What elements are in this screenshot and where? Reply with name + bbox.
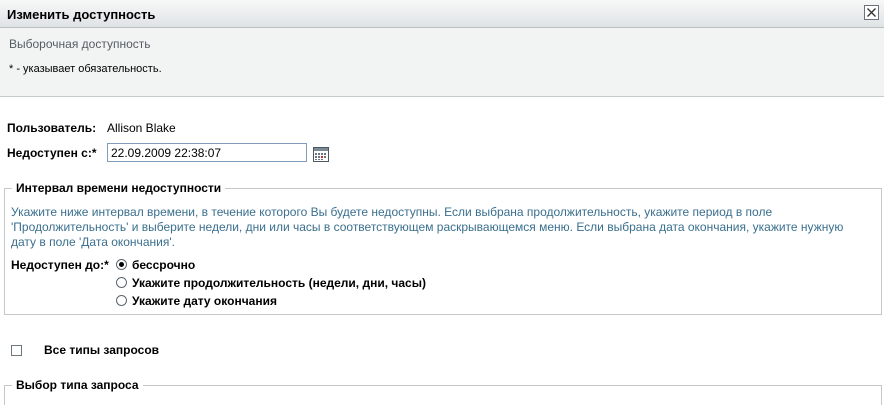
- unavailable-until-label: Недоступен до:*: [11, 258, 109, 272]
- close-icon: [867, 8, 876, 17]
- user-label: Пользователь:: [7, 121, 97, 135]
- close-button[interactable]: [864, 5, 879, 20]
- radio-indefinite[interactable]: [116, 259, 127, 270]
- radio-selected-dot: [119, 262, 124, 267]
- radio-end-date[interactable]: [116, 295, 127, 306]
- unavailable-from-input[interactable]: [107, 143, 307, 162]
- interval-description: Укажите ниже интервал времени, в течение…: [11, 205, 844, 249]
- all-request-types-checkbox[interactable]: [11, 345, 22, 356]
- dialog-title: Изменить доступность: [7, 7, 156, 22]
- interval-legend: Интервал времени недоступности: [12, 181, 226, 195]
- radio-end-date-label[interactable]: Укажите дату окончания: [132, 294, 277, 308]
- dialog-subtitle: Выборочная доступность: [9, 37, 151, 51]
- all-request-types-label[interactable]: Все типы запросов: [44, 343, 159, 357]
- calendar-icon[interactable]: [313, 146, 329, 162]
- radio-indefinite-label[interactable]: бессрочно: [132, 258, 195, 272]
- dialog-titlebar: Изменить доступность: [0, 0, 884, 28]
- radio-duration[interactable]: [116, 277, 127, 288]
- radio-duration-label[interactable]: Укажите продолжительность (недели, дни, …: [132, 276, 426, 290]
- dialog-header-panel: Выборочная доступность * - указывает обя…: [0, 28, 884, 97]
- request-type-legend: Выбор типа запроса: [12, 378, 143, 392]
- unavailable-from-label: Недоступен с:*: [7, 146, 97, 160]
- user-value: Allison Blake: [107, 121, 176, 135]
- required-note: * - указывает обязательность.: [9, 63, 162, 75]
